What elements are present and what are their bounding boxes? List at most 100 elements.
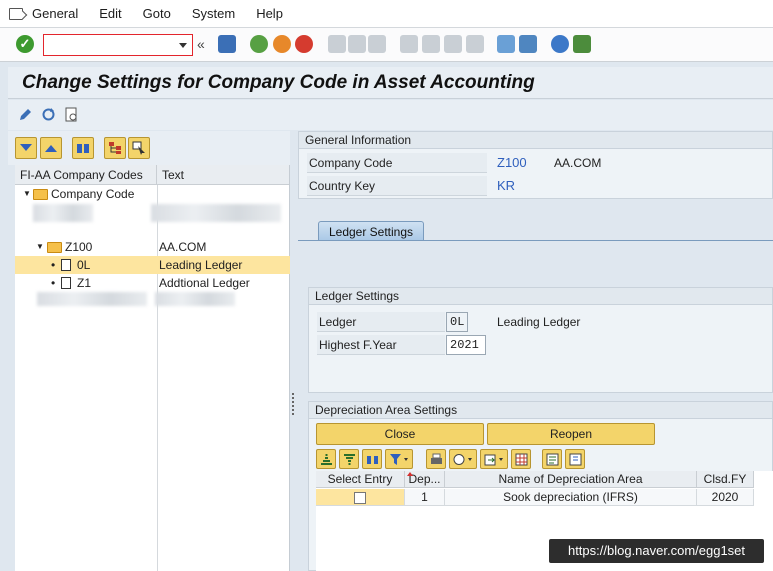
tree-node-0l-label: 0L (61, 256, 90, 274)
select-entry-checkbox[interactable] (354, 492, 366, 504)
tab-ledger-settings[interactable]: Ledger Settings (318, 221, 424, 241)
collapse-all-button[interactable] (40, 137, 62, 159)
find-next-icon[interactable] (368, 35, 386, 53)
tree-node-company-code[interactable]: ▼ Company Code (15, 185, 290, 203)
standard-toolbar: ✓ « (0, 28, 773, 62)
alv-toolbar (316, 449, 773, 471)
watermark: https://blog.naver.com/egg1set (549, 539, 764, 563)
new-session-icon[interactable] (497, 35, 515, 53)
tree-column-company-codes[interactable]: FI-AA Company Codes (15, 165, 157, 184)
view-button[interactable] (449, 449, 477, 469)
bullet-icon: • (51, 258, 56, 272)
ledger-field[interactable]: 0L (446, 312, 468, 332)
filter-icon (390, 454, 408, 465)
hierarchy-button[interactable] (104, 137, 126, 159)
edit-pencil-icon[interactable] (18, 107, 33, 122)
details-icon (546, 453, 559, 466)
reopen-button[interactable]: Reopen (487, 423, 655, 445)
collapse-command-icon[interactable]: « (197, 36, 215, 54)
help-icon[interactable] (551, 35, 569, 53)
menu-system[interactable]: System (192, 6, 235, 21)
cell-clsd-fy: 2020 (697, 489, 754, 506)
shortcut-icon[interactable] (519, 35, 537, 53)
enter-icon[interactable]: ✓ (16, 35, 34, 53)
command-field[interactable] (43, 34, 193, 56)
tree-node-0l[interactable]: • 0L Leading Ledger (15, 256, 290, 274)
menu-icon[interactable] (9, 7, 23, 20)
menu-goto[interactable]: Goto (143, 6, 171, 21)
last-page-icon[interactable] (466, 35, 484, 53)
redacted-node (37, 292, 147, 306)
next-page-icon[interactable] (444, 35, 462, 53)
tree-column-text[interactable]: Text (157, 165, 184, 184)
info-button[interactable] (565, 449, 585, 469)
tree-node-z1-label: Z1 (61, 274, 91, 292)
company-code-value[interactable]: Z100 (497, 153, 527, 173)
company-name-value: AA.COM (554, 156, 602, 170)
find-button[interactable] (72, 137, 94, 159)
menu-general[interactable]: General (32, 6, 78, 21)
export-button[interactable] (480, 449, 508, 469)
country-key-value[interactable]: KR (497, 176, 515, 196)
application-toolbar (8, 100, 773, 130)
display-change-icon[interactable] (64, 107, 79, 122)
column-clsd-fy[interactable]: Clsd.FY (697, 471, 754, 488)
expand-arrow-icon[interactable]: ▼ (23, 185, 31, 203)
previous-page-icon[interactable] (422, 35, 440, 53)
details-button[interactable] (542, 449, 562, 469)
country-key-label: Country Key (307, 176, 487, 196)
tree-node-text-value: AA.COM (159, 240, 207, 254)
find-icon[interactable] (348, 35, 366, 53)
tree-header: FI-AA Company Codes Text (15, 165, 289, 185)
print-icon (431, 453, 442, 464)
filter-button[interactable] (385, 449, 413, 469)
first-page-icon[interactable] (400, 35, 418, 53)
highest-fyear-label: Highest F.Year (317, 335, 445, 355)
sort-descending-button[interactable] (339, 449, 359, 469)
tree-node-text: 0L (77, 258, 91, 272)
menu-edit[interactable]: Edit (99, 6, 121, 21)
cancel-icon[interactable] (295, 35, 313, 53)
ledger-settings-group: Ledger Settings Ledger 0L Leading Ledger… (308, 287, 773, 393)
general-information-title: General Information (299, 132, 772, 149)
expand-arrow-icon[interactable]: ▼ (36, 238, 44, 256)
print-button[interactable] (426, 449, 446, 469)
tree-node-z100-label: Z100 (47, 238, 92, 256)
splitter-grip-icon[interactable] (292, 393, 295, 415)
select-node-button[interactable] (128, 137, 150, 159)
highest-fyear-field[interactable]: 2021 (446, 335, 486, 355)
ledger-settings-title: Ledger Settings (309, 288, 772, 305)
document-info-icon (569, 453, 582, 466)
exit-icon[interactable] (273, 35, 291, 53)
tree-node-text: Z100 (65, 240, 93, 254)
export-icon (484, 454, 503, 466)
column-select-entry[interactable]: Select Entry (316, 471, 405, 488)
find-button[interactable] (362, 449, 382, 469)
company-code-label: Company Code (307, 153, 487, 173)
column-name-of-depreciation-area[interactable]: Name of Depreciation Area (445, 471, 697, 488)
expand-all-button[interactable] (15, 137, 37, 159)
column-depreciation-area-label: Dep... (408, 472, 441, 486)
company-code-tree: FI-AA Company Codes Text ▼ Company Code … (15, 165, 290, 571)
sort-ascending-icon (321, 454, 332, 465)
document-icon (61, 277, 71, 289)
save-icon[interactable] (218, 35, 236, 53)
row-select-cell[interactable] (316, 489, 405, 506)
tree-node-text-value: Leading Ledger (159, 258, 243, 272)
tree-toolbar (8, 131, 290, 165)
redacted-node (33, 204, 93, 222)
tree-node-z1[interactable]: • Z1 Addtional Ledger (15, 274, 290, 292)
select-node-icon (132, 141, 145, 155)
close-button[interactable]: Close (316, 423, 484, 445)
layout-menu-icon[interactable] (573, 35, 591, 53)
tree-node-root-label: Company Code (33, 185, 134, 203)
back-icon[interactable] (250, 35, 268, 53)
menu-help[interactable]: Help (256, 6, 283, 21)
refresh-icon[interactable] (41, 107, 56, 122)
layout-button[interactable] (511, 449, 531, 469)
column-depreciation-area[interactable]: Dep... (405, 471, 445, 488)
print-icon[interactable] (328, 35, 346, 53)
tree-node-z100[interactable]: ▼ Z100 AA.COM (15, 238, 290, 256)
panel-splitter[interactable] (290, 131, 298, 571)
sort-ascending-button[interactable] (316, 449, 336, 469)
